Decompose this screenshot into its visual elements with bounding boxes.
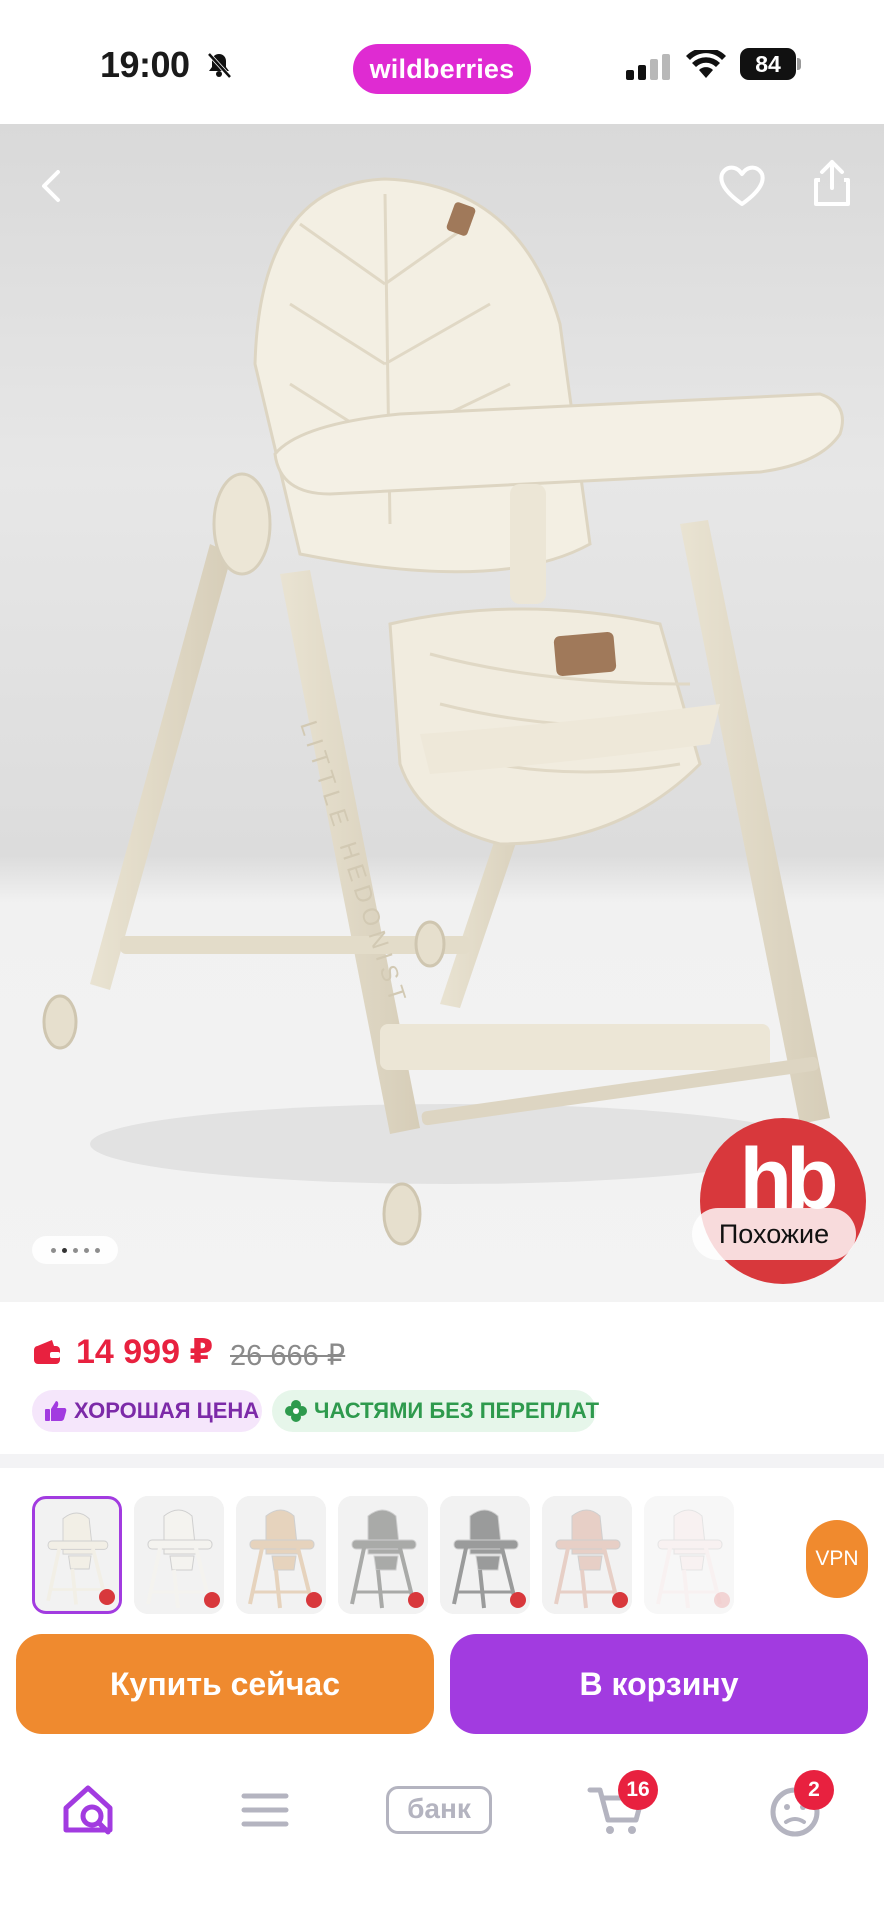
product-gallery[interactable]: LITTLE HEDONIST hb Похожие: [0, 124, 884, 1304]
battery-level: 84: [740, 48, 796, 80]
action-bar: Купить сейчас В корзину: [0, 1616, 884, 1734]
hb-mini-badge: [99, 1589, 115, 1605]
price-card: 14 999 ₽ 26 666 ₽ ХОРОШАЯ ЦЕНА ЧАСТЯМИ Б…: [0, 1302, 884, 1454]
gallery-pagination: [32, 1236, 118, 1264]
pagination-dot: [83, 1247, 89, 1253]
color-variant-thumb[interactable]: [338, 1496, 428, 1614]
pagination-dot: [72, 1247, 78, 1253]
brand-logo: wildberries: [353, 44, 531, 94]
good-price-badge[interactable]: ХОРОШАЯ ЦЕНА: [32, 1390, 262, 1432]
hb-mini-badge: [408, 1592, 424, 1608]
back-icon[interactable]: [22, 156, 82, 216]
add-to-cart-button[interactable]: В корзину: [450, 1634, 868, 1734]
chair-brand-text: LITTLE HEDONIST: [294, 718, 412, 1011]
hb-mini-badge: [714, 1592, 730, 1608]
status-time: 19:00: [100, 44, 190, 85]
pagination-dot: [50, 1247, 56, 1253]
cellular-signal-icon: [626, 54, 670, 80]
bank-tab[interactable]: банк: [386, 1774, 496, 1844]
wallet-icon: [34, 1340, 60, 1364]
vpn-button[interactable]: VPN: [806, 1520, 868, 1598]
color-variant-thumb[interactable]: [440, 1496, 530, 1614]
installments-label: ЧАСТЯМИ БЕЗ ПЕРЕПЛАТ: [314, 1398, 600, 1423]
wifi-icon: [686, 50, 726, 78]
status-bar: 19:00 wildberries 84: [0, 0, 884, 124]
profile-tab[interactable]: 2: [760, 1770, 834, 1844]
color-variant-thumb[interactable]: [644, 1496, 734, 1614]
color-variant-thumb[interactable]: [542, 1496, 632, 1614]
bottom-nav: банк 16 2: [0, 1742, 884, 1920]
clover-icon: [285, 1400, 307, 1422]
home-search-icon[interactable]: [56, 1774, 126, 1844]
cart-tab[interactable]: 16: [582, 1770, 658, 1844]
section-separator: [0, 1454, 884, 1468]
share-icon[interactable]: [802, 154, 862, 214]
buy-now-button[interactable]: Купить сейчас: [16, 1634, 434, 1734]
color-variant-thumb[interactable]: [32, 1496, 122, 1614]
hb-mini-badge: [612, 1592, 628, 1608]
color-variants: VPN: [0, 1468, 884, 1616]
color-variant-thumb[interactable]: [134, 1496, 224, 1614]
color-variant-thumb[interactable]: [236, 1496, 326, 1614]
profile-count-badge: 2: [794, 1770, 834, 1810]
good-price-label: ХОРОШАЯ ЦЕНА: [74, 1398, 260, 1423]
battery-icon: 84: [740, 48, 802, 80]
thumbs-up-icon: [45, 1401, 67, 1421]
hb-mini-badge: [510, 1592, 526, 1608]
heart-icon[interactable]: [712, 156, 772, 216]
pagination-dot-active: [61, 1247, 67, 1253]
bank-label: банк: [386, 1786, 492, 1834]
hb-mini-badge: [306, 1592, 322, 1608]
cart-count-badge: 16: [618, 1770, 658, 1810]
installments-badge[interactable]: ЧАСТЯМИ БЕЗ ПЕРЕПЛАТ: [272, 1390, 600, 1432]
similar-button[interactable]: Похожие: [692, 1208, 856, 1260]
old-price: 26 666 ₽: [230, 1340, 346, 1372]
pagination-dot: [94, 1247, 100, 1253]
battery-cap: [797, 58, 801, 70]
hb-mini-badge: [204, 1592, 220, 1608]
bell-slash-icon: [207, 52, 232, 79]
menu-icon[interactable]: [230, 1774, 300, 1844]
current-price: 14 999 ₽: [76, 1333, 214, 1371]
